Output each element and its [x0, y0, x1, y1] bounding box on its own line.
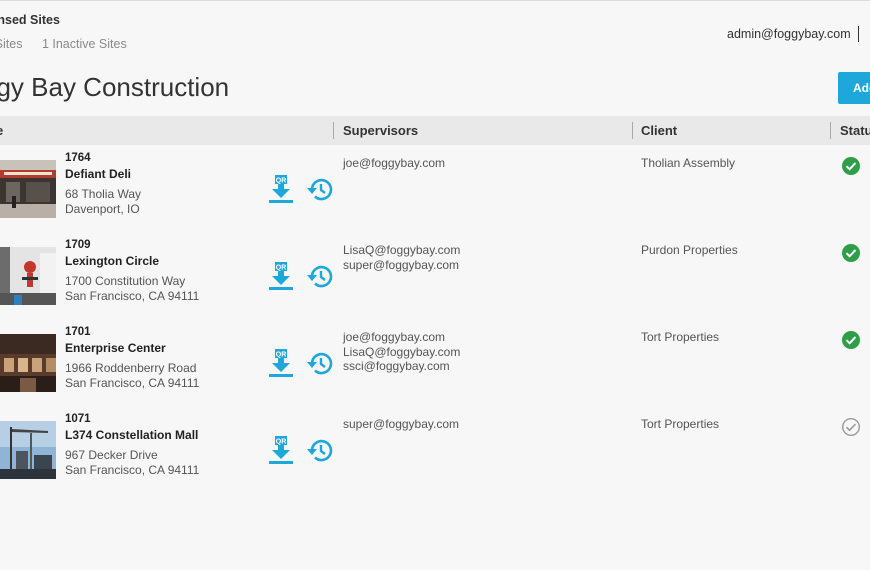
column-divider — [830, 122, 831, 139]
supervisor-email[interactable]: ssci@foggybay.com — [343, 359, 460, 374]
column-status[interactable]: Statu — [840, 123, 870, 138]
supervisor-email[interactable]: joe@foggybay.com — [343, 156, 445, 171]
site-id: 1071 — [65, 413, 91, 425]
column-site[interactable]: e — [0, 123, 3, 138]
site-address-line2: Davenport, IO — [65, 202, 140, 216]
site-address-line1: 967 Decker Drive — [65, 448, 158, 462]
header-divider — [858, 26, 859, 42]
add-site-button[interactable]: Add — [838, 72, 870, 104]
check-circle-filled-icon[interactable] — [841, 243, 861, 263]
check-circle-filled-icon[interactable] — [841, 330, 861, 350]
client-name: Tort Properties — [641, 417, 720, 431]
top-border — [0, 0, 870, 1]
supervisor-list: joe@foggybay.com — [343, 156, 445, 171]
check-circle-filled-icon[interactable] — [841, 156, 861, 176]
user-email[interactable]: admin@foggybay.com — [727, 27, 851, 41]
client-name: Tort Properties — [641, 330, 720, 344]
table-row[interactable]: 1764 Defiant Deli 68 Tholia Way Davenpor… — [0, 146, 870, 233]
supervisor-email[interactable]: super@foggybay.com — [343, 417, 459, 432]
svg-text:QR: QR — [276, 439, 287, 446]
check-circle-outline-icon[interactable] — [841, 417, 861, 437]
deli-storefront-photo — [0, 160, 56, 218]
site-thumbnail[interactable] — [0, 421, 56, 479]
building-facade-photo — [0, 334, 56, 392]
supervisor-list: LisaQ@foggybay.com super@foggybay.com — [343, 243, 460, 272]
site-counts: ve Sites 1 Inactive Sites — [0, 37, 143, 51]
history-icon[interactable] — [305, 176, 333, 202]
site-thumbnail[interactable] — [0, 247, 56, 305]
qr-download-icon[interactable]: QR — [269, 349, 293, 377]
site-address-line1: 1966 Roddenberry Road — [65, 361, 197, 375]
svg-text:QR: QR — [276, 352, 287, 359]
supervisor-list: super@foggybay.com — [343, 417, 459, 432]
building-wall-photo — [0, 247, 56, 305]
column-divider — [333, 122, 334, 139]
column-divider — [632, 122, 633, 139]
history-icon[interactable] — [305, 263, 333, 289]
column-client[interactable]: Client — [641, 123, 677, 138]
site-name[interactable]: Lexington Circle — [65, 254, 159, 268]
site-thumbnail[interactable] — [0, 160, 56, 218]
crane-site-photo — [0, 421, 56, 479]
column-supervisors[interactable]: Supervisors — [343, 123, 418, 138]
site-id: 1764 — [65, 152, 91, 164]
site-name[interactable]: Defiant Deli — [65, 167, 131, 181]
supervisor-email[interactable]: super@foggybay.com — [343, 258, 460, 273]
supervisor-email[interactable]: LisaQ@foggybay.com — [343, 243, 460, 258]
company-title: ggy Bay Construction — [0, 72, 230, 102]
site-name[interactable]: Enterprise Center — [65, 341, 166, 355]
supervisor-email[interactable]: LisaQ@foggybay.com — [343, 345, 460, 360]
site-address-line2: San Francisco, CA 94111 — [65, 376, 200, 390]
site-address-line2: San Francisco, CA 94111 — [65, 463, 200, 477]
site-address-line1: 1700 Constitution Way — [65, 274, 186, 288]
inactive-sites-count[interactable]: 1 Inactive Sites — [42, 37, 127, 51]
site-id: 1701 — [65, 326, 91, 338]
table-row[interactable]: 1709 Lexington Circle 1700 Constitution … — [0, 233, 870, 320]
history-icon[interactable] — [305, 437, 333, 463]
supervisor-list: joe@foggybay.com LisaQ@foggybay.com ssci… — [343, 330, 460, 374]
site-id: 1709 — [65, 239, 91, 251]
svg-text:QR: QR — [276, 178, 287, 185]
site-address-line1: 68 Tholia Way — [65, 187, 142, 201]
qr-download-icon[interactable]: QR — [269, 175, 293, 203]
site-thumbnail[interactable] — [0, 334, 56, 392]
table-row[interactable]: 1701 Enterprise Center 1966 Roddenberry … — [0, 320, 870, 407]
table-row[interactable]: 1071 L374 Constellation Mall 967 Decker … — [0, 407, 870, 494]
client-name: Purdon Properties — [641, 243, 738, 257]
table-header: e Supervisors Client Statu — [0, 116, 870, 145]
site-name[interactable]: L374 Constellation Mall — [65, 428, 198, 442]
qr-download-icon[interactable]: QR — [269, 262, 293, 290]
supervisor-email[interactable]: joe@foggybay.com — [343, 330, 460, 345]
site-address-line2: San Francisco, CA 94111 — [65, 289, 200, 303]
licensed-sites-title: icensed Sites — [0, 13, 60, 27]
client-name: Tholian Assembly — [641, 156, 736, 170]
active-sites-count[interactable]: ve Sites — [0, 37, 22, 51]
qr-download-icon[interactable]: QR — [269, 436, 293, 464]
history-icon[interactable] — [305, 350, 333, 376]
svg-text:QR: QR — [276, 265, 287, 272]
